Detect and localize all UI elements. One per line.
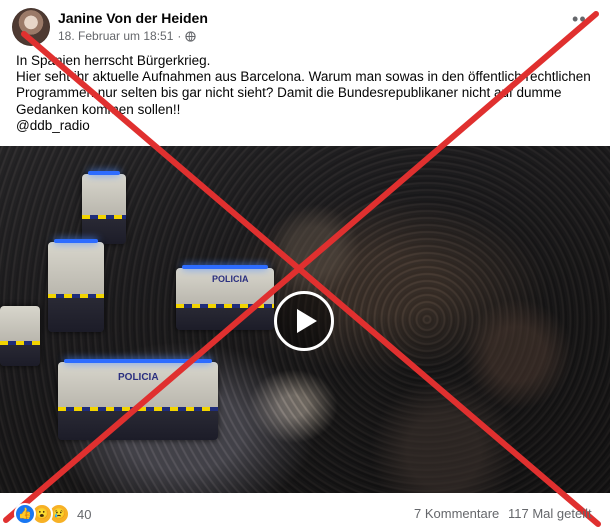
police-van [82,171,126,244]
post-meta: 18. Februar um 18:51 · [58,29,197,43]
police-van [48,239,104,332]
police-van: POLICIA [176,265,274,330]
globe-icon [185,30,197,42]
reaction-count[interactable]: 40 [77,507,91,522]
post-text: In Spanien herrscht Bürgerkrieg. Hier se… [16,53,596,134]
post-footer: 👍 😮 😢 40 7 Kommentare 117 Mal geteilt [0,493,610,529]
shares-count[interactable]: 117 Mal geteilt [508,506,592,521]
police-van: POLICIA [58,359,218,440]
play-icon[interactable] [274,291,334,351]
author-name[interactable]: Janine Von der Heiden [58,10,208,26]
post-date[interactable]: 18. Februar um 18:51 [58,29,173,43]
comments-count[interactable]: 7 Kommentare [414,506,499,521]
date-separator: · [177,29,182,43]
post-header: Janine Von der Heiden 18. Februar um 18:… [12,8,598,48]
van-label: POLICIA [118,372,159,383]
more-options-icon[interactable]: ••• [568,10,598,34]
like-icon: 👍 [14,503,36,525]
police-van [0,306,40,366]
reactions-summary[interactable]: 👍 😮 😢 40 [14,503,91,525]
post-text-line: Programmen nur selten bis gar nicht sieh… [16,85,562,101]
post-text-line: In Spanien herrscht Bürgerkrieg. [16,53,211,68]
avatar[interactable] [12,8,50,46]
post-text-line: Gedanken kommen sollen!! [16,101,181,117]
post-mention-link[interactable]: @ddb_radio [16,118,596,134]
van-label: POLICIA [212,274,249,284]
post-text-line: Hier seht ihr aktuelle Aufnahmen aus Bar… [16,69,591,85]
